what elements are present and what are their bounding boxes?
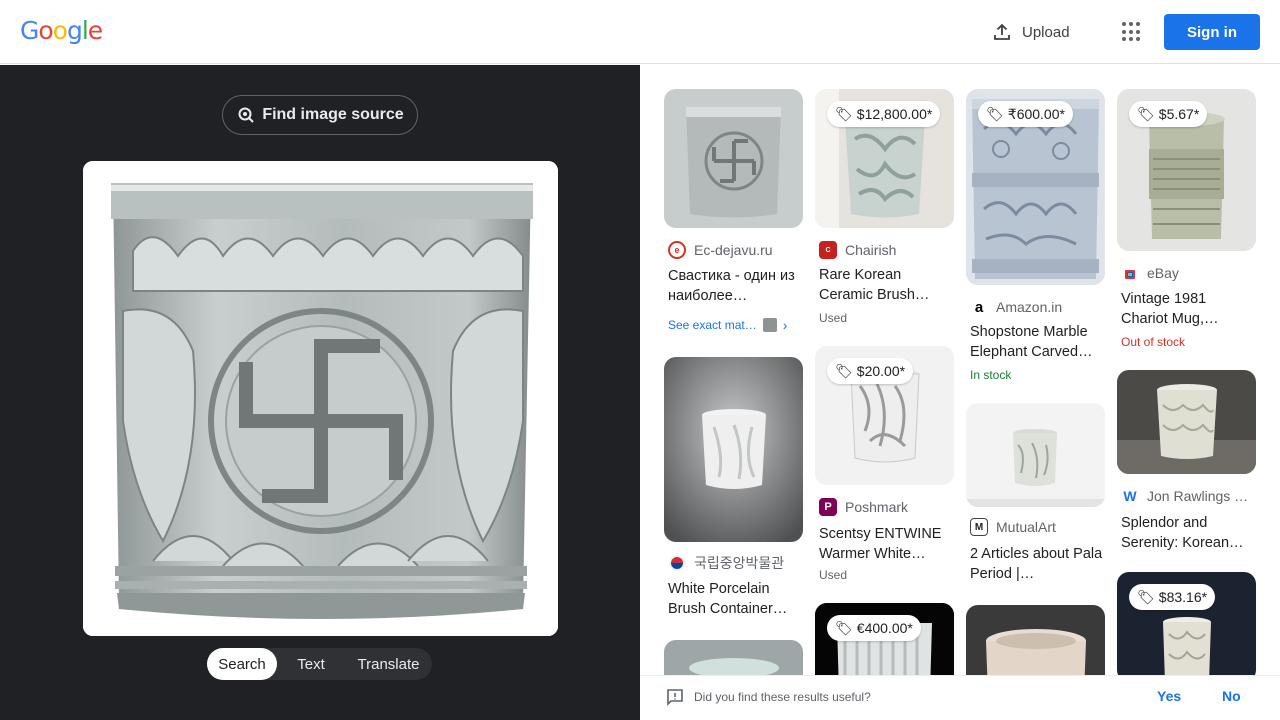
result-thumbnail[interactable]: 🏷 $20.00* (815, 346, 954, 485)
korea-flag-icon (668, 554, 686, 572)
query-image[interactable] (83, 161, 558, 636)
upload-label: Upload (1022, 23, 1070, 41)
result-card[interactable]: 🏷 $5.67* eBay Vintage 1981 Chariot Mug,…… (1117, 89, 1256, 359)
result-source: W Jon Rawlings … (1121, 487, 1248, 505)
logo-letter: e (87, 16, 103, 45)
result-card[interactable]: 🏷 $20.00* P Poshmark Scentsy ENTWINE War… (815, 346, 954, 586)
result-title: Scentsy ENTWINE Warmer White… (819, 526, 942, 562)
ec-dejavu-favicon-icon: e (668, 241, 686, 259)
price-tag-icon: 🏷 (1137, 105, 1155, 122)
find-image-source-label: Find image source (262, 106, 404, 123)
result-card[interactable] (664, 640, 803, 675)
query-image-pane: Find image source Search Text Translate (0, 65, 640, 720)
result-card[interactable]: M MutualArt 2 Articles about Pala Period… (966, 403, 1105, 588)
price-badge: 🏷 $83.16* (1129, 584, 1216, 610)
result-thumbnail[interactable] (664, 89, 803, 228)
tab-translate[interactable]: Translate (345, 648, 432, 680)
result-title: White Porcelain Brush Container… (668, 581, 788, 617)
price-tag-icon: 🏷 (1137, 588, 1155, 605)
ebay-favicon-icon (1121, 264, 1139, 282)
tab-search[interactable]: Search (207, 648, 277, 680)
result-condition: Used (819, 568, 848, 582)
price-tag-icon: 🏷 (835, 619, 853, 636)
result-thumbnail[interactable] (966, 403, 1105, 507)
logo-letter: G (20, 16, 39, 45)
price-badge: 🏷 $12,800.00* (827, 101, 941, 127)
feedback-icon (666, 688, 684, 711)
result-source: M MutualArt (970, 518, 1056, 536)
price-tag-icon: 🏷 (835, 105, 853, 122)
result-source: 국립중앙박물관 (668, 553, 784, 573)
price-badge: 🏷 $5.67* (1129, 101, 1208, 127)
result-thumbnail[interactable]: 🏷 ₹600.00* (966, 89, 1105, 285)
result-thumbnail[interactable] (664, 357, 803, 542)
find-image-source-button[interactable]: Find image source (222, 95, 418, 135)
result-source: eBay (1121, 264, 1179, 282)
result-thumbnail[interactable]: 🏷 $5.67* (1117, 89, 1256, 251)
result-card[interactable] (966, 605, 1105, 675)
result-thumbnail[interactable] (1117, 370, 1256, 474)
amazon-favicon-icon: a (970, 298, 988, 316)
result-thumbnail[interactable]: 🏷 $12,800.00* (815, 89, 954, 228)
result-card[interactable]: 🏷 ₹600.00* a Amazon.in Shopstone Marble … (966, 89, 1105, 389)
price-badge: 🏷 ₹600.00* (978, 101, 1073, 127)
result-availability: Out of stock (1121, 335, 1186, 349)
result-title: Свастика - один из наиболее… (668, 268, 795, 304)
poshmark-favicon-icon: P (819, 498, 837, 516)
chairish-favicon-icon: C (819, 241, 837, 259)
result-card[interactable]: 국립중앙박물관 White Porcelain Brush Container… (664, 357, 803, 627)
result-condition: Used (819, 311, 848, 325)
feedback-bar: Did you find these results useful? Yes N… (640, 675, 1280, 720)
result-title: Vintage 1981 Chariot Mug,… (1121, 291, 1219, 327)
top-bar: Google Upload Sign in (0, 0, 1280, 64)
apps-grid-icon[interactable] (1122, 22, 1142, 42)
result-title: Shopstone Marble Elephant Carved… (970, 324, 1093, 360)
result-thumbnail[interactable] (966, 605, 1105, 675)
brush-pot-image (83, 161, 558, 636)
result-title: Splendor and Serenity: Korean… (1121, 515, 1244, 551)
result-card[interactable]: 🏷 €400.00* (815, 603, 954, 675)
exact-match-thumbnail-icon (762, 318, 777, 332)
result-source: C Chairish (819, 241, 896, 259)
see-exact-matches-link[interactable]: See exact mat… › (668, 317, 787, 333)
wix-favicon-icon: W (1121, 487, 1139, 505)
result-card[interactable]: W Jon Rawlings … Splendor and Serenity: … (1117, 370, 1256, 560)
feedback-no-button[interactable]: No (1222, 688, 1241, 704)
sign-in-button[interactable]: Sign in (1164, 14, 1260, 50)
lens-search-icon (238, 107, 255, 123)
result-source: a Amazon.in (970, 298, 1062, 316)
result-card[interactable]: 🏷 $12,800.00* C Chairish Rare Korean Cer… (815, 89, 954, 329)
price-tag-icon: 🏷 (986, 105, 1004, 122)
result-source: P Poshmark (819, 498, 908, 516)
result-source: e Ec-dejavu.ru (668, 241, 773, 259)
mode-tabs: Search Text Translate (207, 648, 432, 680)
google-logo[interactable]: Google (20, 16, 103, 45)
result-title: 2 Articles about Pala Period |… (970, 546, 1103, 582)
result-title: Rare Korean Ceramic Brush… (819, 267, 930, 303)
results-grid: e Ec-dejavu.ru Свастика - один из наибол… (640, 65, 1280, 675)
price-badge: 🏷 €400.00* (827, 615, 921, 641)
result-card[interactable]: 🏷 $83.16* (1117, 572, 1256, 675)
logo-letter: o (52, 16, 68, 45)
price-badge: 🏷 $20.00* (827, 358, 914, 384)
tab-text[interactable]: Text (277, 648, 345, 680)
result-thumbnail[interactable]: 🏷 $83.16* (1117, 572, 1256, 675)
upload-icon (994, 23, 1010, 40)
result-thumbnail[interactable] (664, 640, 803, 675)
chevron-right-icon: › (782, 317, 788, 333)
result-thumbnail[interactable]: 🏷 €400.00* (815, 603, 954, 675)
mutualart-favicon-icon: M (970, 518, 988, 536)
result-card[interactable]: e Ec-dejavu.ru Свастика - один из наибол… (664, 89, 803, 339)
price-tag-icon: 🏷 (835, 362, 853, 379)
upload-button[interactable]: Upload (992, 20, 1070, 44)
result-availability: In stock (970, 368, 1012, 382)
feedback-yes-button[interactable]: Yes (1157, 688, 1181, 704)
feedback-question: Did you find these results useful? (694, 690, 871, 704)
logo-letter: o (38, 16, 53, 45)
logo-letter: g (66, 16, 83, 45)
